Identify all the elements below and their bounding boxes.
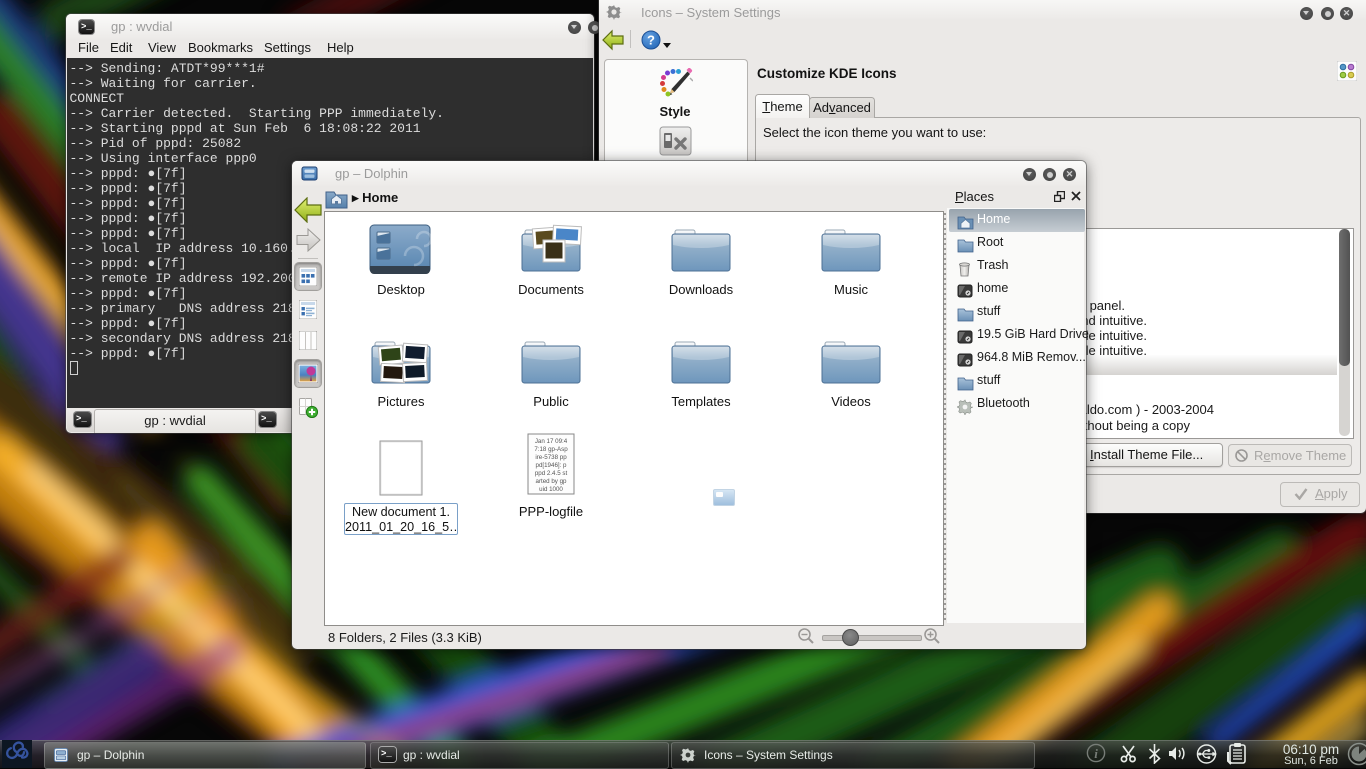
svg-text:i: i — [1094, 746, 1098, 761]
svg-text:Jan 17 09:4: Jan 17 09:4 — [535, 438, 568, 445]
svg-text:7:18 gp-Asp: 7:18 gp-Asp — [534, 446, 568, 453]
svg-text:uid 1000: uid 1000 — [539, 486, 563, 493]
svg-text:pd[1946]: p: pd[1946]: p — [536, 462, 568, 469]
svg-text:?: ? — [647, 33, 655, 48]
svg-text:ppd 2.4.5 st: ppd 2.4.5 st — [535, 470, 568, 477]
svg-text:ire-5738 pp: ire-5738 pp — [535, 454, 567, 461]
svg-text:arted by gp: arted by gp — [536, 478, 568, 485]
